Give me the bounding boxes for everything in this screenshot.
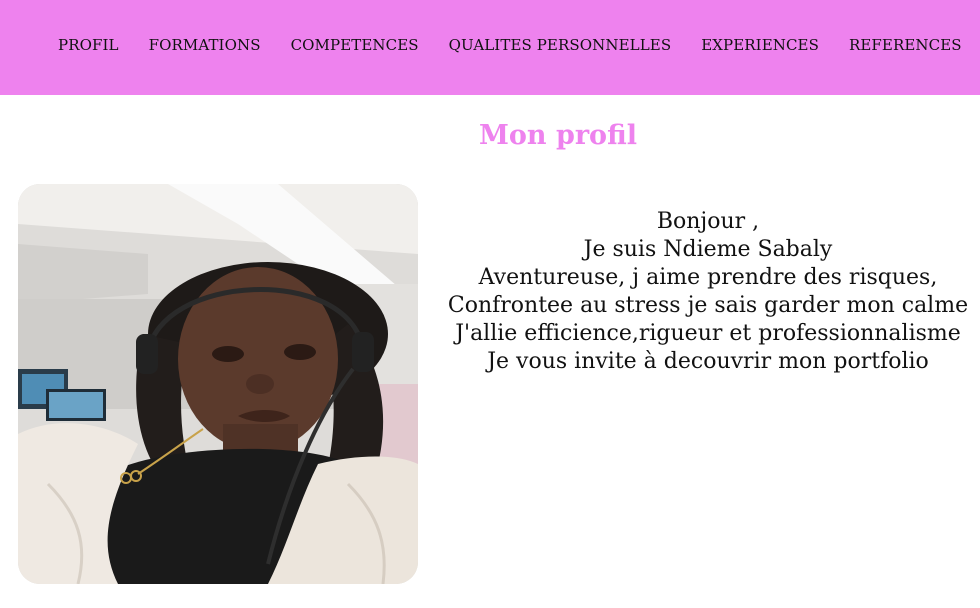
profile-photo — [18, 184, 418, 584]
intro-line: J'allie efficience,rigueur et profession… — [455, 321, 961, 346]
nav-link-qualites-personnelles[interactable]: QUALITES PERSONNELLES — [449, 36, 672, 54]
intro-line: Aventureuse, j aime prendre des risques, — [478, 265, 938, 290]
intro-line: Je suis Ndieme Sabaly — [583, 237, 833, 262]
intro-line: Je vous invite à decouvrir mon portfolio — [487, 349, 929, 374]
top-navigation-bar: PROFIL FORMATIONS COMPETENCES QUALITES P… — [0, 0, 980, 95]
page-title: Mon profil — [479, 120, 637, 151]
nav-link-references[interactable]: REFERENCES — [849, 36, 962, 54]
intro-text: Bonjour , Je suis Ndieme Sabaly Aventure… — [440, 208, 976, 376]
intro-line: Bonjour , — [656, 209, 760, 234]
nav-link-formations[interactable]: FORMATIONS — [149, 36, 261, 54]
nav-link-profil[interactable]: PROFIL — [58, 36, 119, 54]
nav-menu: PROFIL FORMATIONS COMPETENCES QUALITES P… — [58, 36, 962, 54]
nav-link-competences[interactable]: COMPETENCES — [291, 36, 419, 54]
nav-link-experiences[interactable]: EXPERIENCES — [701, 36, 819, 54]
intro-line: Confrontee au stress je sais garder mon … — [447, 293, 969, 318]
